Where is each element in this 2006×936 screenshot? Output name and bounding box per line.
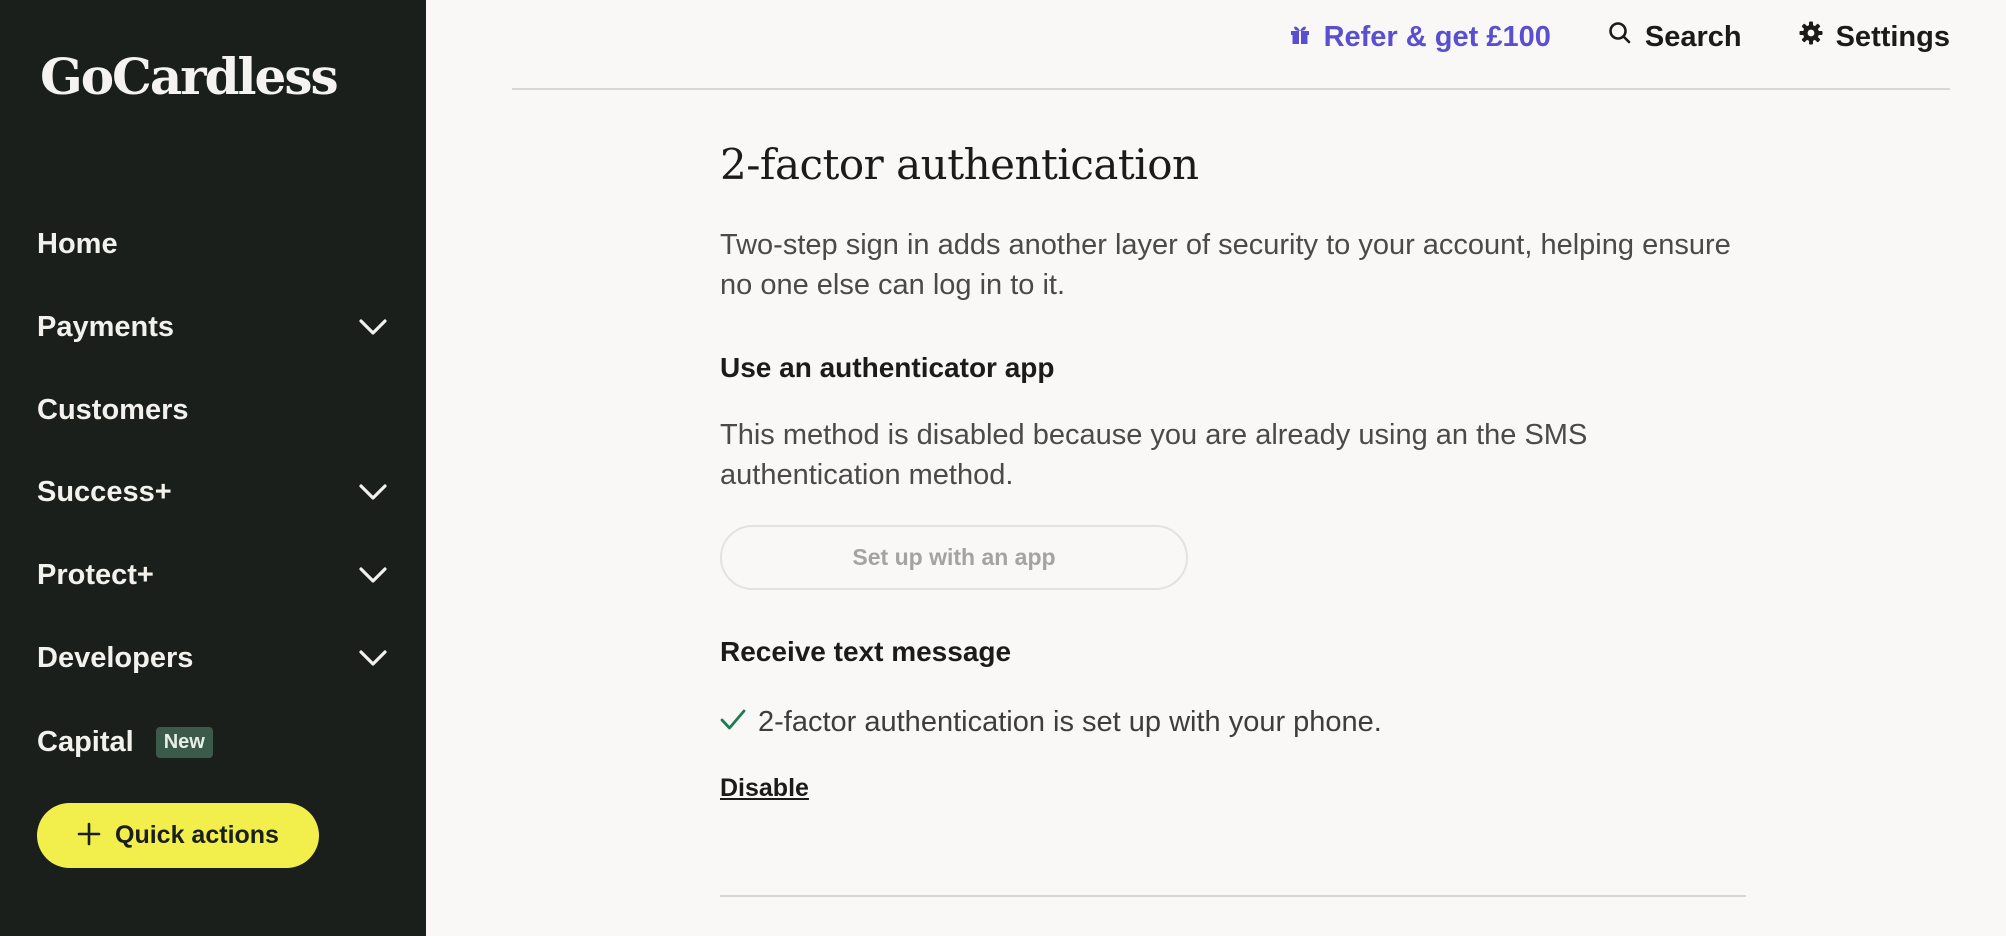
sms-status-row: 2-factor authentication is set up with y… (720, 702, 1382, 742)
page-title: 2-factor authentication (720, 140, 1199, 189)
quick-actions-button[interactable]: Quick actions (37, 803, 319, 868)
sidebar-item-label: Payments (37, 310, 175, 343)
search-link[interactable]: Search (1607, 20, 1742, 54)
sidebar-item-protect-plus[interactable]: Protect+ (37, 550, 389, 600)
refer-link[interactable]: Refer & get £100 (1288, 21, 1551, 54)
sidebar-item-label: Customers (37, 393, 189, 426)
top-actions: Refer & get £100 Search Settings (1288, 20, 1950, 54)
quick-actions-label: Quick actions (115, 821, 279, 849)
settings-label: Settings (1835, 20, 1950, 53)
sidebar-item-label: Home (37, 227, 118, 260)
search-label: Search (1644, 20, 1742, 53)
intro-text: Two-step sign in adds another layer of s… (720, 229, 1731, 301)
sms-status-text: 2-factor authentication is set up with y… (758, 706, 1382, 738)
text-message-heading: Receive text message (720, 636, 1012, 667)
setup-app-button[interactable]: Set up with an app (720, 525, 1188, 590)
refer-label: Refer & get £100 (1323, 20, 1551, 53)
search-icon (1607, 20, 1633, 54)
chevron-down-icon[interactable] (357, 559, 389, 591)
sidebar-item-developers[interactable]: Developers (37, 633, 389, 683)
settings-link[interactable]: Settings (1798, 20, 1950, 54)
check-icon (720, 707, 746, 738)
gear-icon (1798, 20, 1824, 54)
chevron-down-icon[interactable] (357, 311, 389, 343)
sidebar-item-label: Developers (37, 641, 194, 674)
top-bar: Refer & get £100 Search Settings (512, 0, 1950, 90)
chevron-down-icon[interactable] (357, 642, 389, 674)
sidebar-item-home[interactable]: Home (37, 219, 389, 269)
gift-icon (1288, 21, 1312, 54)
sidebar-item-label: Capital (37, 725, 134, 758)
plus-icon (77, 822, 101, 849)
section-divider (720, 895, 1746, 897)
sidebar-item-label: Success+ (37, 475, 172, 508)
sidebar-item-capital-group: Capital New (37, 726, 213, 759)
sidebar-item-payments[interactable]: Payments (37, 302, 389, 352)
new-badge: New (155, 726, 213, 758)
gocardless-logo[interactable]: GoCardless (40, 52, 339, 102)
sidebar: GoCardless Home Payments Customers Succe… (0, 0, 426, 936)
authenticator-app-description: This method is disabled because you are … (720, 419, 1588, 491)
sidebar-item-capital[interactable]: Capital New (37, 717, 389, 767)
authenticator-app-heading: Use an authenticator app (720, 352, 1055, 383)
sidebar-item-success-plus[interactable]: Success+ (37, 467, 389, 517)
sidebar-item-label: Protect+ (37, 558, 154, 591)
sidebar-item-customers[interactable]: Customers (37, 385, 389, 435)
disable-link[interactable]: Disable (720, 774, 809, 803)
chevron-down-icon[interactable] (357, 476, 389, 508)
